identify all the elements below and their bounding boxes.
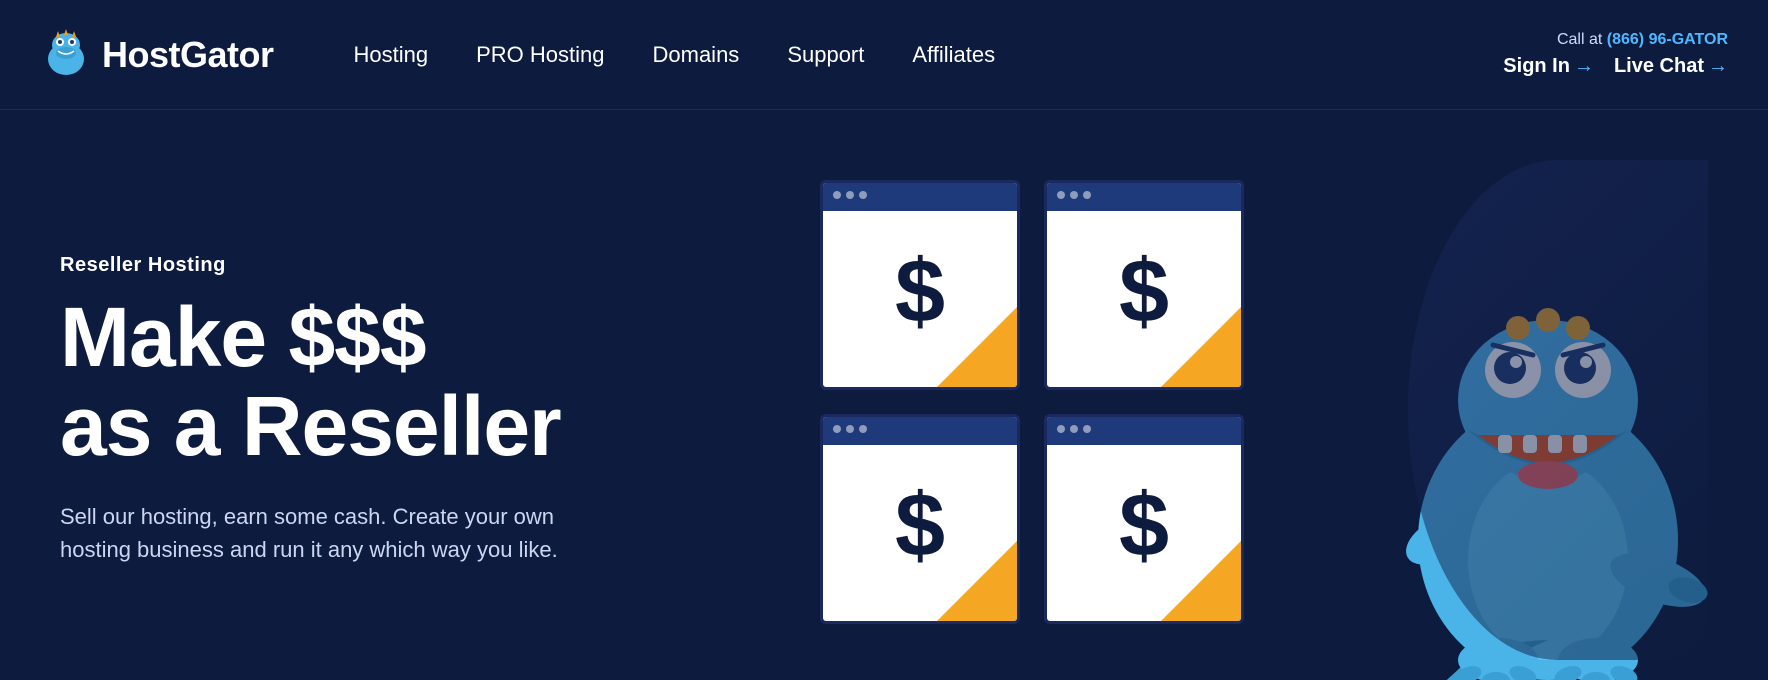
- dollar-card-2: $: [1044, 180, 1244, 390]
- dollar-cards-grid: $ $ $: [820, 180, 1244, 624]
- dot-icon: [1070, 191, 1078, 199]
- dollar-sign-icon: $: [895, 475, 945, 578]
- dot-icon: [1070, 425, 1078, 433]
- dollar-card-1: $: [820, 180, 1020, 390]
- dollar-sign-icon: $: [1119, 241, 1169, 344]
- nav-item-affiliates[interactable]: Affiliates: [912, 42, 995, 68]
- hero-title: Make $$$ as a Reseller: [60, 293, 740, 469]
- dot-icon: [1057, 191, 1065, 199]
- hero-content: Reseller Hosting Make $$$ as a Reseller …: [60, 254, 740, 565]
- dollar-card-3: $: [820, 414, 1020, 624]
- logo-link[interactable]: HostGator: [40, 29, 274, 81]
- dot-icon: [833, 425, 841, 433]
- dot-icon: [833, 191, 841, 199]
- nav-item-support[interactable]: Support: [787, 42, 864, 68]
- hero-illustration: $ $ $: [740, 160, 1708, 660]
- sign-in-link[interactable]: Sign In →: [1503, 55, 1594, 78]
- site-header: HostGator Hosting PRO Hosting Domains Su…: [0, 0, 1768, 110]
- dot-icon: [1057, 425, 1065, 433]
- hero-title-line2: as a Reseller: [60, 379, 561, 473]
- sign-in-arrow-icon: →: [1574, 55, 1594, 78]
- dot-icon: [859, 425, 867, 433]
- main-nav: Hosting PRO Hosting Domains Support Affi…: [354, 42, 1504, 68]
- header-actions: Sign In → Live Chat →: [1503, 55, 1728, 78]
- hero-section: Reseller Hosting Make $$$ as a Reseller …: [0, 110, 1768, 680]
- dollar-sign-icon: $: [895, 241, 945, 344]
- dollar-sign-icon: $: [1119, 475, 1169, 578]
- bg-accent: [1408, 160, 1708, 660]
- dot-icon: [1083, 191, 1091, 199]
- dot-icon: [846, 191, 854, 199]
- dot-icon: [846, 425, 854, 433]
- nav-item-domains[interactable]: Domains: [653, 42, 740, 68]
- call-number[interactable]: (866) 96-GATOR: [1607, 31, 1728, 48]
- dollar-card-4: $: [1044, 414, 1244, 624]
- logo-gator-icon: [40, 29, 92, 81]
- nav-item-pro-hosting[interactable]: PRO Hosting: [476, 42, 604, 68]
- dot-icon: [859, 191, 867, 199]
- nav-item-hosting[interactable]: Hosting: [354, 42, 429, 68]
- live-chat-link[interactable]: Live Chat →: [1614, 55, 1728, 78]
- hero-subtitle: Reseller Hosting: [60, 254, 740, 277]
- header-right: Call at (866) 96-GATOR Sign In → Live Ch…: [1503, 31, 1728, 78]
- call-info: Call at (866) 96-GATOR: [1557, 31, 1728, 49]
- logo-text: HostGator: [102, 34, 274, 76]
- live-chat-arrow-icon: →: [1708, 55, 1728, 78]
- dot-icon: [1083, 425, 1091, 433]
- hero-description: Sell our hosting, earn some cash. Create…: [60, 500, 620, 566]
- call-label: Call at: [1557, 31, 1602, 48]
- hero-title-line1: Make $$$: [60, 290, 426, 384]
